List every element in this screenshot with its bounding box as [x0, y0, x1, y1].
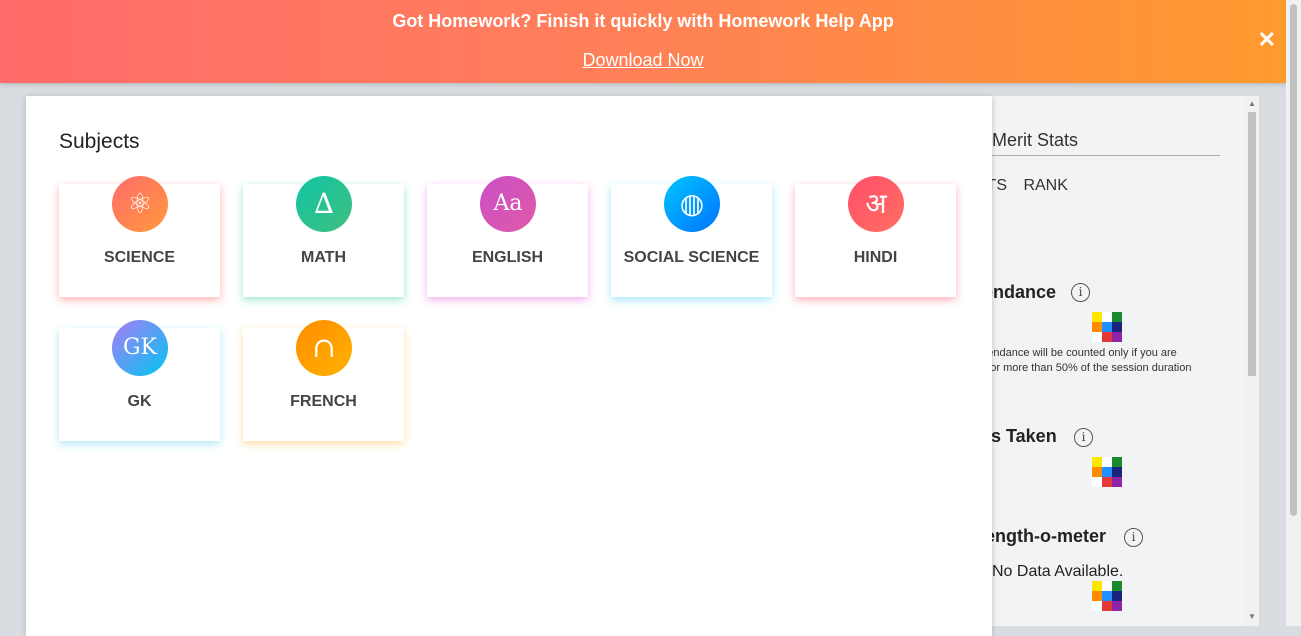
panel-scroll-thumb[interactable] [1248, 112, 1256, 376]
gk-icon: GK [112, 320, 168, 376]
subject-label: FRENCH [290, 393, 357, 410]
globe-icon: ◍ [664, 176, 720, 232]
attendance-title: endance [983, 282, 1057, 302]
subject-label: GK [127, 393, 152, 410]
subject-card-french[interactable]: ∩ FRENCH [243, 320, 404, 441]
page-scroll-thumb[interactable] [1290, 4, 1297, 516]
attendance-note: attendance will be counted only if you a… [975, 346, 1191, 376]
attendance-note-line-1: attendance will be counted only if you a… [975, 347, 1177, 359]
subjects-title: Subjects [59, 130, 140, 153]
panel-scrollbar[interactable]: ▲ ▼ [1245, 96, 1259, 626]
eiffel-tower-icon: ∩ [296, 320, 352, 376]
subject-label: SCIENCE [103, 249, 176, 266]
subject-card-gk[interactable]: GK GK [59, 320, 220, 441]
scroll-down-arrow-icon[interactable]: ▼ [1248, 612, 1256, 621]
subject-label: SOCIAL SCIENCE [623, 249, 760, 266]
subject-card-math[interactable]: ∆ MATH [243, 176, 404, 297]
scroll-up-arrow-icon[interactable]: ▲ [1248, 99, 1256, 108]
page-scrollbar[interactable] [1286, 0, 1301, 626]
attendance-note-line-2: nt for more than 50% of the session dura… [975, 362, 1192, 374]
hindi-letter-icon: अ [848, 176, 904, 232]
tests-taken-title: ts Taken [985, 426, 1057, 446]
subject-card-social-science[interactable]: ◍ SOCIAL SCIENCE [611, 176, 772, 297]
no-data-text: No Data Available. [992, 563, 1124, 580]
subject-label: MATH [300, 249, 347, 266]
attendance-info-icon[interactable]: i [1071, 283, 1090, 302]
close-icon[interactable]: ✕ [1258, 29, 1276, 51]
divider [965, 155, 1220, 156]
subjects-modal: Subjects ⚛ SCIENCE ∆ MATH Aa ENGLISH ◍ SOCIAL S… [26, 96, 992, 636]
subject-label: ENGLISH [471, 249, 544, 266]
strength-info-icon[interactable]: i [1124, 528, 1143, 547]
promo-banner: Got Homework? Finish it quickly with Hom… [0, 0, 1286, 83]
download-now-link[interactable]: Download Now [582, 50, 703, 70]
loading-pixels-icon [1092, 581, 1122, 611]
banner-link-wrapper: Download Now [0, 50, 1286, 71]
banner-title: Got Homework? Finish it quickly with Hom… [392, 11, 894, 31]
loading-pixels-icon [1092, 457, 1122, 487]
strength-o-meter-title: ength-o-meter [985, 526, 1106, 546]
subject-card-hindi[interactable]: अ HINDI [795, 176, 956, 297]
letters-icon: Aa [480, 176, 536, 232]
loading-pixels-icon [1092, 312, 1122, 342]
compass-icon: ∆ [296, 176, 352, 232]
subject-card-science[interactable]: ⚛ SCIENCE [59, 176, 220, 297]
subject-card-english[interactable]: Aa ENGLISH [427, 176, 588, 297]
rank-column-header: RANK [1023, 177, 1068, 194]
atom-icon: ⚛ [112, 176, 168, 232]
subject-label: HINDI [853, 249, 898, 266]
merit-stats-title: Merit Stats [992, 130, 1079, 150]
tests-info-icon[interactable]: i [1074, 428, 1093, 447]
